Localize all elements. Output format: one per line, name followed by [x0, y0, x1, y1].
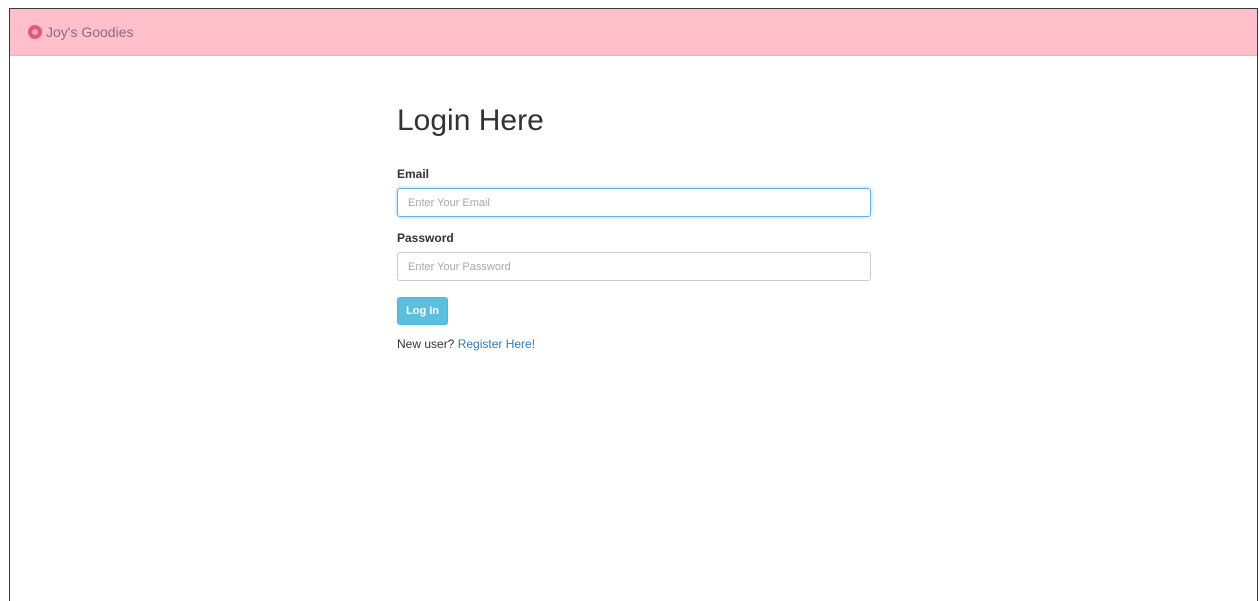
brand-link[interactable]: Joy's Goodies	[28, 24, 134, 40]
logo-icon	[28, 25, 42, 39]
email-label: Email	[397, 167, 430, 181]
navbar: Joy's Goodies	[10, 9, 1257, 56]
page-title: Login Here	[397, 104, 544, 137]
password-field[interactable]	[397, 252, 871, 281]
brand-label: Joy's Goodies	[46, 24, 134, 40]
register-prompt: New user?	[397, 337, 455, 351]
register-line: New user? Register Here!	[397, 337, 872, 351]
login-form: Login Here Email Password Log In New use…	[397, 103, 872, 351]
browser-viewport: Joy's Goodies Login Here Email Password …	[9, 8, 1258, 601]
email-field[interactable]	[397, 188, 871, 217]
register-link[interactable]: Register Here!	[458, 337, 535, 351]
email-group: Email	[397, 167, 872, 217]
password-group: Password	[397, 231, 872, 281]
login-button[interactable]: Log In	[397, 297, 448, 325]
password-label: Password	[397, 231, 454, 245]
